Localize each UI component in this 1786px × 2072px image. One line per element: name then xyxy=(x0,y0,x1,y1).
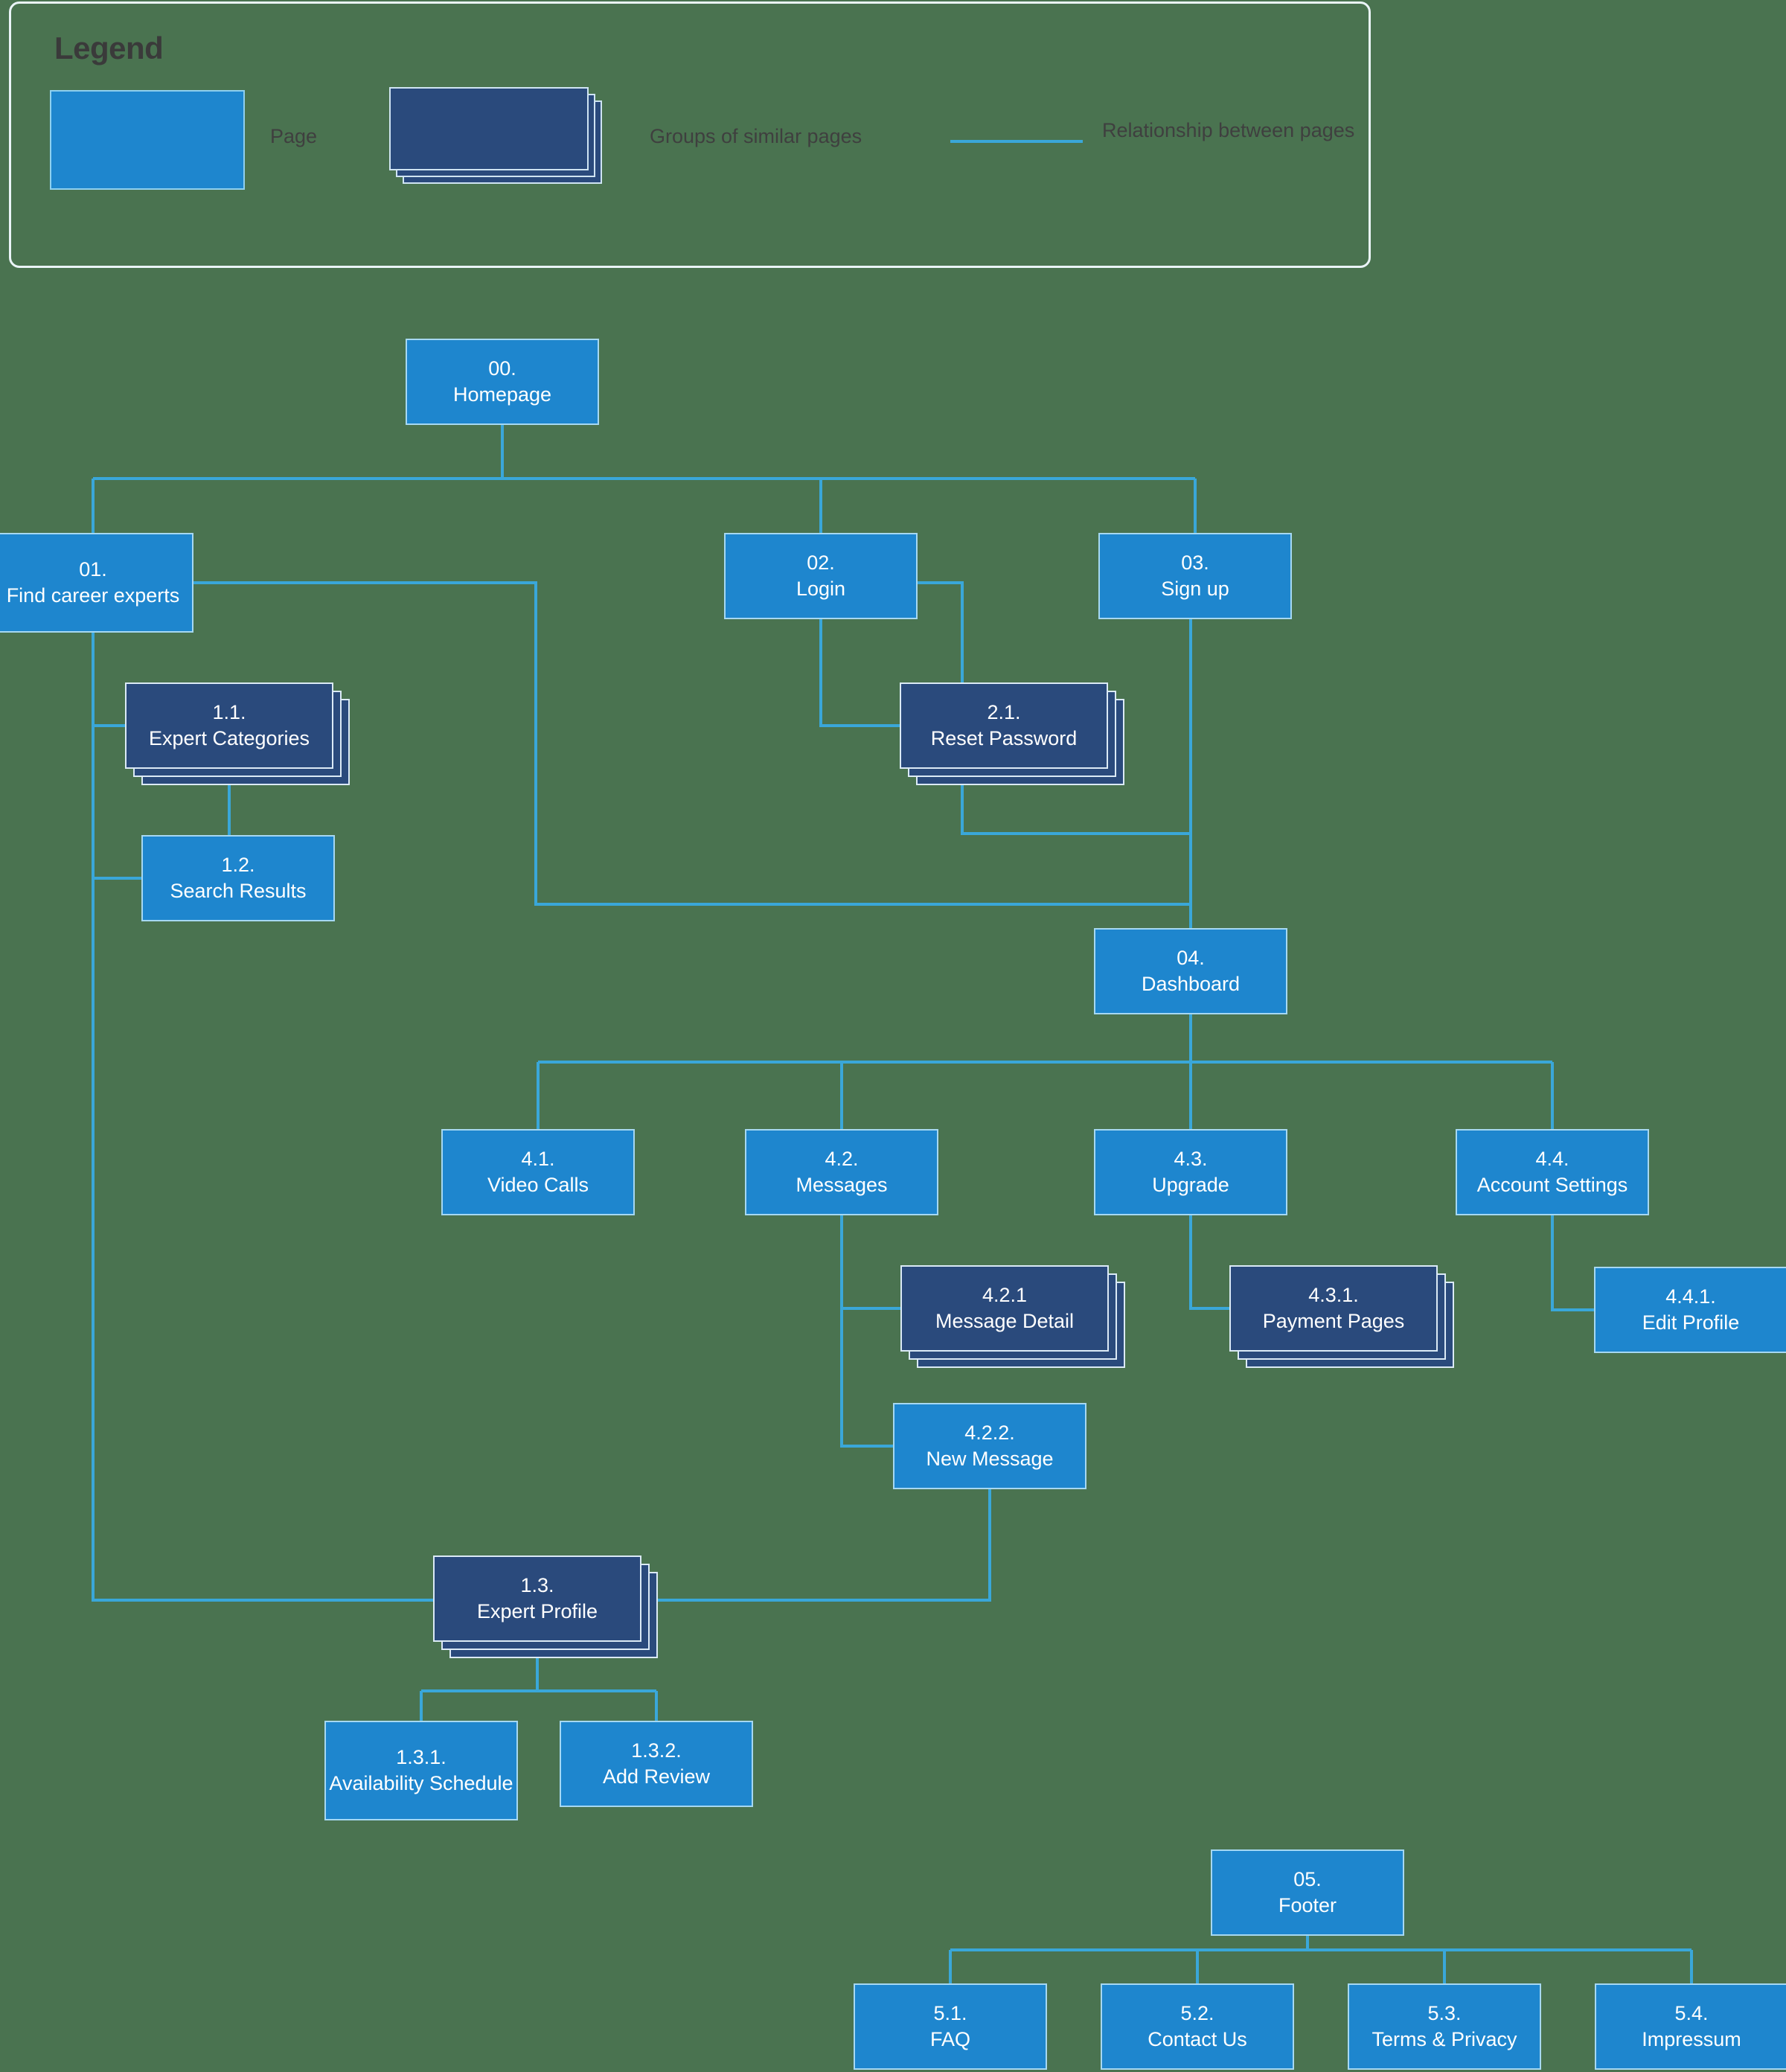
node-number: 1.2. xyxy=(221,853,255,876)
legend-group-label: Groups of similar pages xyxy=(650,125,862,147)
sitemap-diagram: Legend Page Groups of similar pages Rela… xyxy=(0,0,1786,2072)
node-number: 4.1. xyxy=(521,1147,555,1170)
node-number: 1.3.2. xyxy=(631,1739,682,1762)
node-number: 04. xyxy=(1177,946,1205,969)
legend-swatch-group xyxy=(389,87,605,185)
node-number: 4.2. xyxy=(825,1147,859,1170)
stack-top: 4.3.1. Payment Pages xyxy=(1229,1265,1438,1352)
node-number: 00. xyxy=(488,356,516,380)
node-title: Payment Pages xyxy=(1262,1310,1405,1332)
legend-relationship-line xyxy=(950,140,1083,143)
node-title: Reset Password xyxy=(930,727,1078,749)
node-5-1-faq[interactable]: 5.1. FAQ xyxy=(854,1983,1047,2070)
node-number: 5.3. xyxy=(1427,2001,1462,2024)
node-number: 5.2. xyxy=(1180,2001,1214,2024)
node-number: 1.3.1. xyxy=(396,1745,446,1768)
node-1-1-expert-categories[interactable]: 1.1. Expert Categories xyxy=(125,682,350,785)
node-00-homepage[interactable]: 00. Homepage xyxy=(406,339,599,425)
node-title: Message Detail xyxy=(935,1310,1075,1332)
node-4-4-account-settings[interactable]: 4.4. Account Settings xyxy=(1456,1129,1649,1215)
node-title: Find career experts xyxy=(6,584,180,607)
node-5-4-impressum[interactable]: 5.4. Impressum xyxy=(1595,1983,1786,2070)
node-number: 4.2.1 xyxy=(982,1283,1028,1306)
node-title: Expert Profile xyxy=(476,1600,598,1622)
node-title: Contact Us xyxy=(1148,2028,1247,2050)
node-title: Upgrade xyxy=(1152,1174,1229,1196)
legend-swatch-page xyxy=(50,90,245,190)
legend-panel: Legend Page Groups of similar pages Rela… xyxy=(9,1,1371,268)
node-5-3-terms-privacy[interactable]: 5.3. Terms & Privacy xyxy=(1348,1983,1541,2070)
node-number: 4.3. xyxy=(1174,1147,1208,1170)
node-title: Terms & Privacy xyxy=(1371,2028,1517,2050)
node-number: 5.1. xyxy=(933,2001,967,2024)
node-title: New Message xyxy=(926,1448,1054,1470)
node-title: Impressum xyxy=(1642,2028,1741,2050)
node-4-4-1-edit-profile[interactable]: 4.4.1. Edit Profile xyxy=(1594,1267,1786,1353)
node-number: 03. xyxy=(1181,551,1209,574)
node-title: Availability Schedule xyxy=(329,1772,513,1794)
node-4-2-messages[interactable]: 4.2. Messages xyxy=(745,1129,938,1215)
node-number: 2.1. xyxy=(987,700,1021,723)
stack-top: 1.3. Expert Profile xyxy=(433,1555,641,1642)
node-1-3-expert-profile[interactable]: 1.3. Expert Profile xyxy=(433,1555,658,1658)
node-title: Login xyxy=(796,578,846,600)
node-title: Add Review xyxy=(602,1765,711,1788)
node-title: Footer xyxy=(1278,1894,1337,1916)
legend-title: Legend xyxy=(54,31,164,65)
stack-top: 2.1. Reset Password xyxy=(900,682,1108,769)
node-title: FAQ xyxy=(929,2028,970,2050)
node-title: Edit Profile xyxy=(1642,1311,1740,1334)
node-number: 5.4. xyxy=(1674,2001,1709,2024)
node-1-3-2-add-review[interactable]: 1.3.2. Add Review xyxy=(560,1721,753,1807)
node-05-footer[interactable]: 05. Footer xyxy=(1211,1849,1404,1936)
node-title: Sign up xyxy=(1161,578,1229,600)
node-1-2-search-results[interactable]: 1.2. Search Results xyxy=(141,835,335,921)
node-number: 4.2.2. xyxy=(964,1421,1015,1444)
node-title: Video Calls xyxy=(487,1174,589,1196)
node-number: 01. xyxy=(79,557,107,581)
node-title: Messages xyxy=(796,1174,888,1196)
node-number: 1.3. xyxy=(520,1573,554,1596)
node-4-2-1-message-detail[interactable]: 4.2.1 Message Detail xyxy=(900,1265,1125,1368)
node-5-2-contact-us[interactable]: 5.2. Contact Us xyxy=(1101,1983,1294,2070)
node-number: 02. xyxy=(807,551,835,574)
node-title: Search Results xyxy=(170,880,307,902)
legend-page-label: Page xyxy=(270,125,318,147)
stack-top: 1.1. Expert Categories xyxy=(125,682,333,769)
node-title: Homepage xyxy=(452,383,552,406)
node-2-1-reset-password[interactable]: 2.1. Reset Password xyxy=(900,682,1124,785)
node-4-3-1-payment-pages[interactable]: 4.3.1. Payment Pages xyxy=(1229,1265,1454,1368)
node-number: 05. xyxy=(1293,1867,1322,1890)
node-title: Dashboard xyxy=(1141,973,1241,995)
node-number: 4.4.1. xyxy=(1665,1285,1716,1308)
node-number: 4.4. xyxy=(1535,1147,1569,1170)
node-03-sign-up[interactable]: 03. Sign up xyxy=(1098,533,1292,619)
stack-top: 4.2.1 Message Detail xyxy=(900,1265,1109,1352)
node-number: 4.3.1. xyxy=(1308,1283,1359,1306)
node-number: 1.1. xyxy=(212,700,246,723)
node-title: Account Settings xyxy=(1476,1174,1628,1196)
node-1-3-1-availability-schedule[interactable]: 1.3.1. Availability Schedule xyxy=(324,1721,518,1820)
node-04-dashboard[interactable]: 04. Dashboard xyxy=(1094,928,1287,1014)
node-4-1-video-calls[interactable]: 4.1. Video Calls xyxy=(441,1129,635,1215)
node-02-login[interactable]: 02. Login xyxy=(724,533,918,619)
node-01-find-career-experts[interactable]: 01. Find career experts xyxy=(0,533,193,633)
node-title: Expert Categories xyxy=(148,727,310,749)
legend-relationship-label: Relationship between pages xyxy=(1102,119,1355,141)
node-4-3-upgrade[interactable]: 4.3. Upgrade xyxy=(1094,1129,1287,1215)
node-4-2-2-new-message[interactable]: 4.2.2. New Message xyxy=(893,1403,1086,1489)
connector-lines xyxy=(92,425,1693,1983)
